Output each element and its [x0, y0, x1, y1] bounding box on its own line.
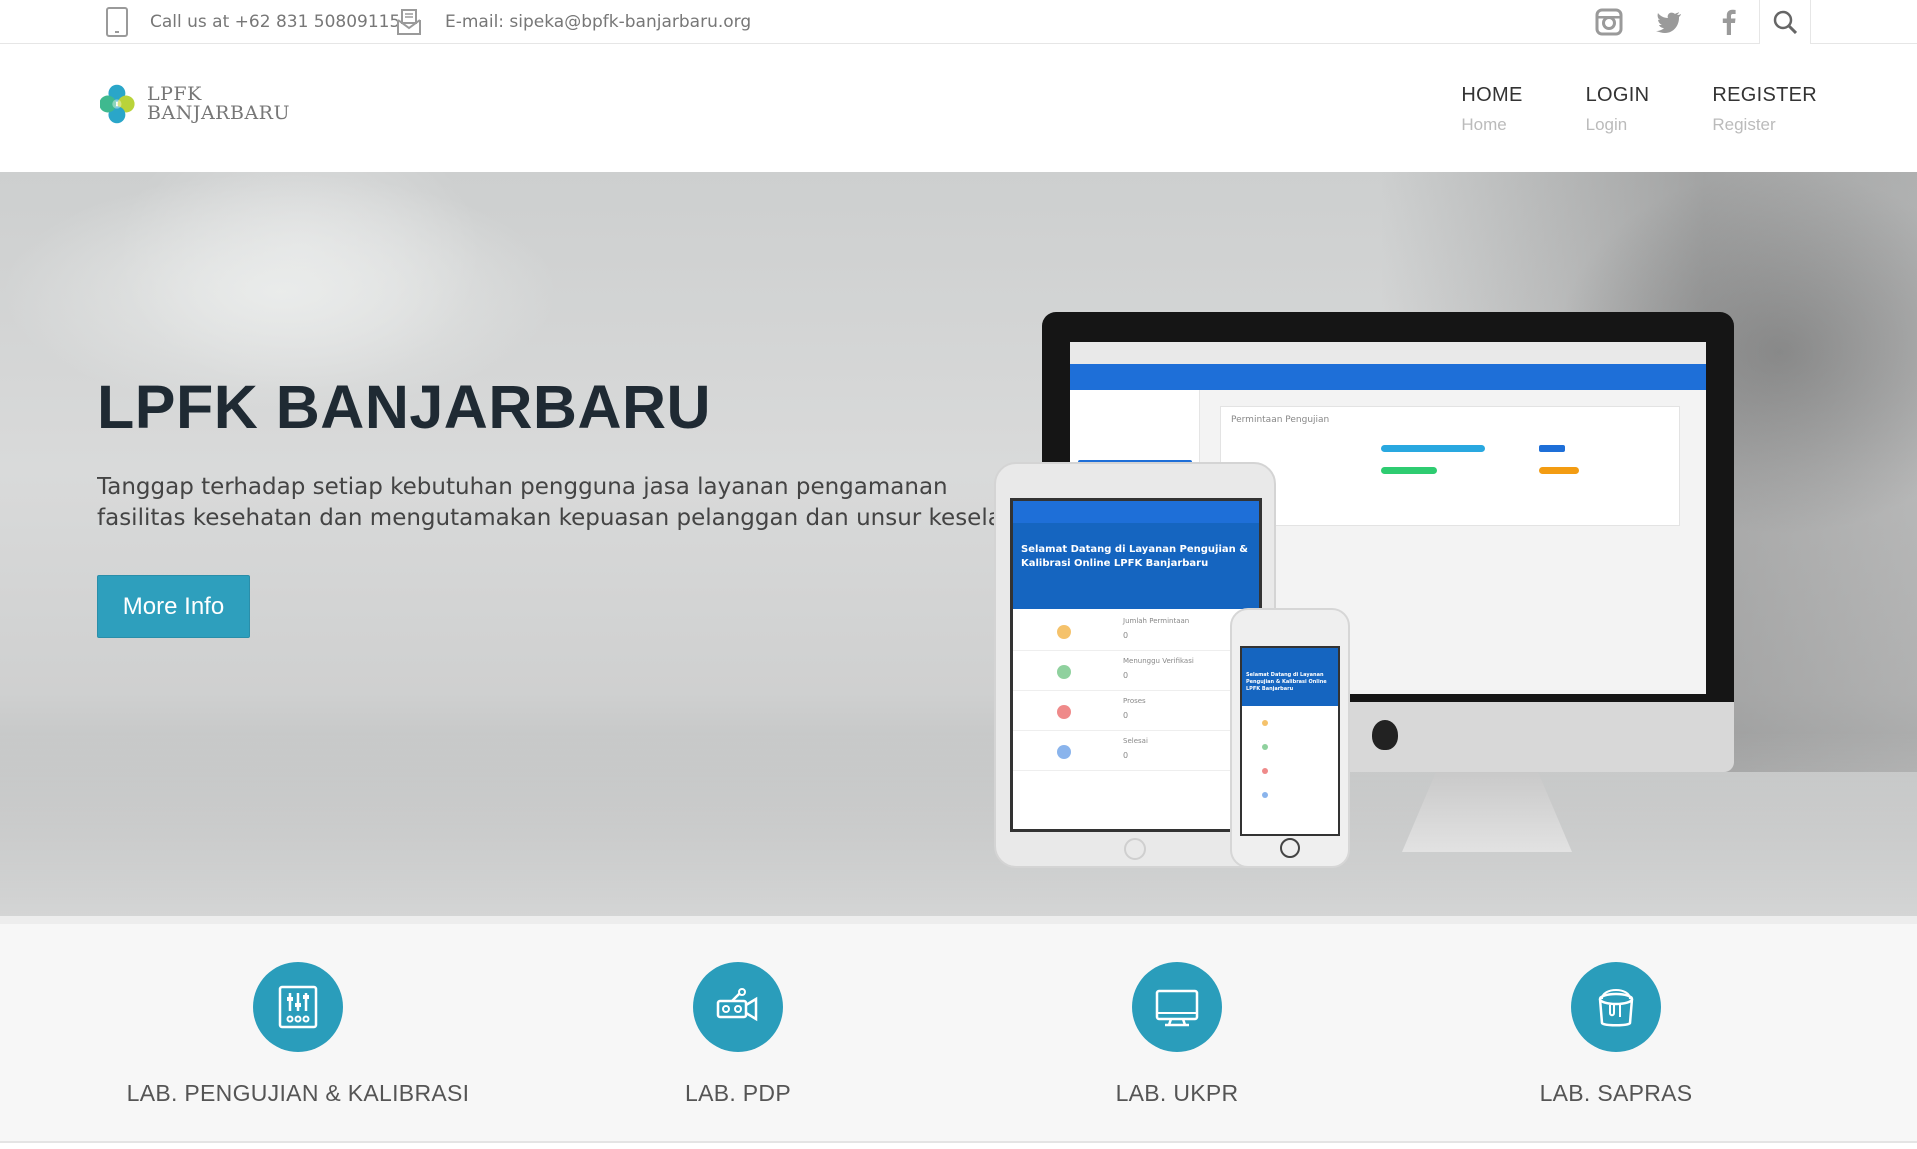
- clipboard-icon: [1057, 665, 1071, 679]
- instagram-icon[interactable]: [1579, 0, 1639, 44]
- tablet-stat-label: Jumlah Permintaan: [1123, 617, 1190, 625]
- tablet-home-button: [1124, 838, 1146, 860]
- feature-label: LAB. SAPRAS: [1539, 1080, 1693, 1106]
- tablet-screen: Selamat Datang di Layanan Pengujian & Ka…: [1010, 498, 1262, 832]
- tablet-stat-label: Selesai: [1123, 737, 1148, 745]
- top-bar: Call us at +62 831 50809115 E-mail: sipe…: [0, 0, 1917, 44]
- nav-register[interactable]: REGISTER Register: [1712, 84, 1817, 135]
- desktop-card-heading: Permintaan Pengujian: [1231, 415, 1330, 425]
- pie-chart-icon: [1057, 625, 1071, 639]
- thumbs-up-icon: [1057, 745, 1071, 759]
- feature-lab-sapras[interactable]: LAB. SAPRAS: [1396, 962, 1836, 1107]
- social-links: [1579, 0, 1811, 44]
- nav-login[interactable]: LOGIN Login: [1586, 84, 1650, 135]
- tablet-stat-value: 0: [1123, 751, 1129, 760]
- feature-label: LAB. UKPR: [1115, 1080, 1239, 1106]
- main-nav: HOME Home LOGIN Login REGISTER Register: [1398, 84, 1817, 135]
- nav-home[interactable]: HOME Home: [1461, 84, 1522, 135]
- twitter-icon[interactable]: [1639, 0, 1699, 44]
- tablet-stat-label: Menunggu Verifikasi: [1123, 657, 1194, 665]
- phone-welcome-text: Selamat Datang di Layanan Pengujian & Ka…: [1246, 672, 1327, 692]
- hourglass-icon: [1057, 705, 1071, 719]
- phone-mockup: Selamat Datang di Layanan Pengujian & Ka…: [1230, 608, 1350, 868]
- feature-lab-ukpr[interactable]: LAB. UKPR: [957, 962, 1397, 1107]
- phone-app-header: Selamat Datang di Layanan Pengujian & Ka…: [1242, 648, 1338, 706]
- tablet-stat-label: Proses: [1123, 697, 1146, 705]
- nav-home-sublabel: Home: [1461, 115, 1507, 134]
- tablet-app-bar: [1013, 501, 1259, 523]
- contact-email: E-mail: sipeka@bpfk-banjarbaru.org: [395, 0, 751, 44]
- tablet-stat-row: Menunggu Verifikasi 0: [1013, 651, 1259, 691]
- search-icon: [1773, 10, 1797, 34]
- tablet-welcome-text: Selamat Datang di Layanan Pengujian & Ka…: [1021, 544, 1248, 569]
- tablet-stat-row: Proses 0: [1013, 691, 1259, 731]
- phone-icon: [106, 7, 128, 37]
- tablet-stat-value: 0: [1123, 671, 1129, 680]
- desktop-stand: [1402, 772, 1572, 852]
- apple-logo-icon: [1372, 720, 1398, 750]
- tablet-app-header: Selamat Datang di Layanan Pengujian & Ka…: [1013, 501, 1259, 609]
- tablet-stat-row: Selesai 0: [1013, 731, 1259, 771]
- hero-banner: LPFK BANJARBARU Tanggap terhadap setiap …: [0, 172, 1917, 916]
- feature-label: LAB. PDP: [685, 1080, 791, 1106]
- hero-title: LPFK BANJARBARU: [97, 373, 712, 441]
- desktop-browser-bar: [1070, 342, 1706, 364]
- more-info-button[interactable]: More Info: [97, 575, 250, 638]
- feature-lab-pdp[interactable]: LAB. PDP: [518, 962, 958, 1107]
- desktop-app-card: Permintaan Pengujian: [1220, 406, 1680, 526]
- nav-register-sublabel: Register: [1712, 115, 1776, 134]
- logo-mark-icon: [100, 84, 135, 124]
- sliders-icon: [253, 962, 343, 1052]
- nav-register-label: REGISTER: [1712, 84, 1817, 106]
- phone-screen: Selamat Datang di Layanan Pengujian & Ka…: [1240, 646, 1340, 836]
- truck-icon: [693, 962, 783, 1052]
- mail-icon: [395, 8, 423, 36]
- search-button[interactable]: [1759, 0, 1811, 44]
- phone-home-button: [1280, 838, 1300, 858]
- facebook-icon[interactable]: [1699, 0, 1759, 44]
- email-text: E-mail: sipeka@bpfk-banjarbaru.org: [445, 12, 752, 32]
- main-header: LPFK BANJARBARU HOME Home LOGIN Login RE…: [0, 44, 1917, 172]
- features-section: LAB. PENGUJIAN & KALIBRASI LAB. PDP LAB.…: [0, 916, 1917, 1143]
- feature-lab-pengujian[interactable]: LAB. PENGUJIAN & KALIBRASI: [78, 962, 518, 1107]
- site-logo[interactable]: LPFK BANJARBARU: [100, 74, 290, 134]
- contact-phone: Call us at +62 831 50809115: [106, 0, 400, 44]
- paint-bucket-icon: [1571, 962, 1661, 1052]
- nav-login-label: LOGIN: [1585, 84, 1650, 106]
- tablet-stat-value: 0: [1123, 631, 1129, 640]
- desktop-app-header: [1070, 364, 1706, 390]
- nav-home-label: HOME: [1461, 84, 1523, 106]
- phone-text: Call us at +62 831 50809115: [150, 12, 401, 32]
- hero-description-line-2: fasilitas kesehatan dan mengutamakan kep…: [97, 505, 1007, 531]
- logo-text: LPFK BANJARBARU: [147, 85, 290, 123]
- nav-login-sublabel: Login: [1585, 115, 1628, 134]
- monitor-icon: [1132, 962, 1222, 1052]
- logo-line-2: BANJARBARU: [147, 102, 290, 124]
- hero-description-line-1: Tanggap terhadap setiap kebutuhan penggu…: [97, 474, 948, 500]
- hero-description: Tanggap terhadap setiap kebutuhan penggu…: [97, 472, 1007, 534]
- feature-label: LAB. PENGUJIAN & KALIBRASI: [126, 1080, 470, 1106]
- tablet-stat-value: 0: [1123, 711, 1129, 720]
- tablet-stat-row: Jumlah Permintaan 0: [1013, 611, 1259, 651]
